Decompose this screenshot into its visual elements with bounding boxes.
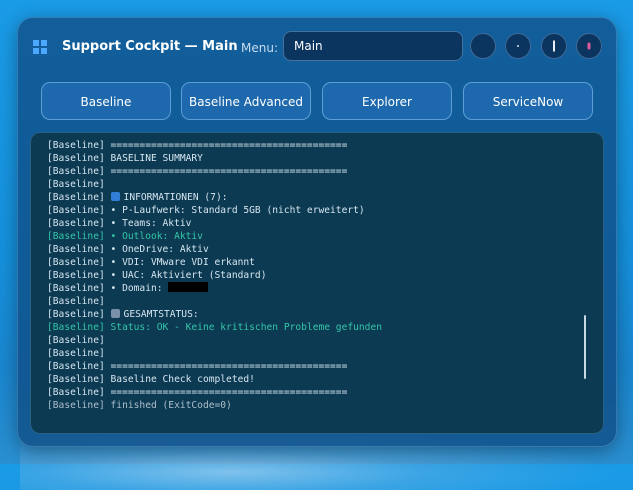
console-line: [Baseline] BASELINE SUMMARY [47,152,382,165]
console-line-prefix: [Baseline] [47,192,111,203]
redacted-block [168,282,209,292]
console-line: [Baseline] Status: OK - Keine kritischen… [47,321,382,334]
console-line: [Baseline] =============================… [47,386,382,399]
console-line-text: [Baseline] Status: OK - Keine kritischen… [47,322,383,333]
console-output[interactable]: [Baseline] =============================… [30,132,604,434]
explorer-button[interactable]: Explorer [322,82,452,120]
console-line: [Baseline] INFORMATIONEN (7): [47,191,382,204]
console-line: [Baseline] • P-Laufwerk: Standard 5GB (n… [47,204,382,217]
console-line-text: [Baseline] BASELINE SUMMARY [47,153,203,164]
console-line-text: [Baseline] finished (ExitCode=0) [47,400,232,411]
baseline-button[interactable]: Baseline [41,82,171,120]
console-line-text: [Baseline] • P-Laufwerk: Standard 5GB (n… [47,205,365,216]
chart-icon [110,309,120,318]
console-line-text: [Baseline] • Outlook: Aktiv [47,231,203,242]
console-line-text: [Baseline] Baseline Check completed! [47,374,255,385]
indicator-icon [587,42,591,50]
console-line: [Baseline] =============================… [47,360,382,373]
dot-control-button[interactable] [505,33,531,59]
console-line: [Baseline] • Outlook: Aktiv [47,230,382,243]
console-line: [Baseline] =============================… [47,139,382,152]
console-line: [Baseline] • UAC: Aktiviert (Standard) [47,269,382,282]
menu-select[interactable]: Main [283,31,463,61]
windows-logo-icon [33,40,47,54]
bar-control-button[interactable] [541,33,567,59]
console-line: [Baseline] [47,295,382,308]
console-line-text: [Baseline] =============================… [47,361,348,372]
dot-icon [517,45,519,47]
console-line: [Baseline] • Teams: Aktiv [47,217,382,230]
app-window: Support Cockpit — Main Menu: Main Baseli… [17,17,617,447]
console-line: [Baseline] [47,347,382,360]
info-icon [110,192,120,201]
console-line: [Baseline] Baseline Check completed! [47,373,382,386]
console-line-text: [Baseline] • UAC: Aktiviert (Standard) [47,270,267,281]
console-line-text: INFORMATIONEN (7): [123,192,228,203]
console-line-text: GESAMTSTATUS: [123,309,199,320]
console-line-text: [Baseline] =============================… [47,387,348,398]
blank-control-button[interactable] [470,33,496,59]
baseline-advanced-button[interactable]: Baseline Advanced [181,82,311,120]
console-line: [Baseline] • Domain: [47,282,382,295]
console-line-text: [Baseline] • VDI: VMware VDI erkannt [47,257,255,268]
console-line-text: [Baseline] [47,296,105,307]
console-line: [Baseline] • VDI: VMware VDI erkannt [47,256,382,269]
console-line: [Baseline] finished (ExitCode=0) [47,399,382,412]
console-scrollbar[interactable] [584,315,586,379]
console-lines: [Baseline] =============================… [47,139,382,412]
console-line-text: [Baseline] =============================… [47,166,348,177]
servicenow-button[interactable]: ServiceNow [463,82,593,120]
indicator-control-button[interactable] [576,33,602,59]
console-line: [Baseline] =============================… [47,165,382,178]
console-line-text: [Baseline] [47,335,105,346]
app-title: Support Cockpit — Main [62,39,238,54]
console-line-text: [Baseline] [47,348,105,359]
console-line-text: [Baseline] • OneDrive: Aktiv [47,244,209,255]
console-line: [Baseline] GESAMTSTATUS: [47,308,382,321]
console-line: [Baseline] [47,178,382,191]
console-line: [Baseline] [47,334,382,347]
console-line-text: • Domain: [110,283,169,294]
console-line-text: [Baseline] =============================… [47,140,348,151]
menu-label: Menu: [241,41,278,55]
console-line-text: [Baseline] • Teams: Aktiv [47,218,192,229]
bar-icon [553,40,555,52]
console-line-text: [Baseline] [47,179,105,190]
console-line-prefix: [Baseline] [47,309,111,320]
console-line-prefix: [Baseline] [47,283,111,294]
console-line: [Baseline] • OneDrive: Aktiv [47,243,382,256]
